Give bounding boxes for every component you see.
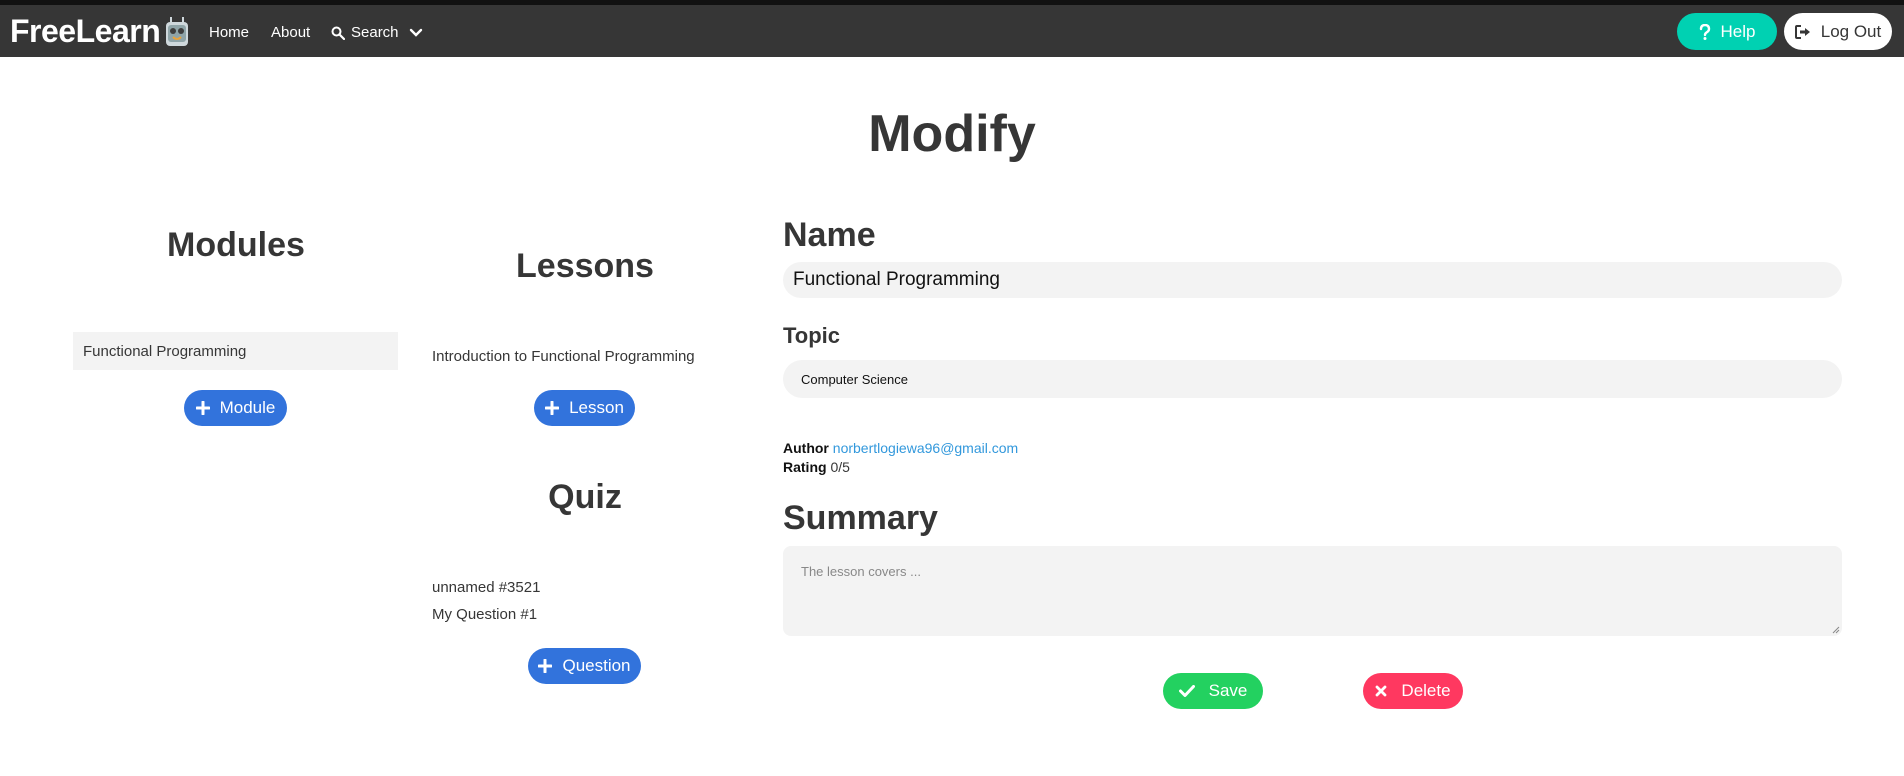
nav-about[interactable]: About (271, 24, 310, 41)
lesson-list-item[interactable]: Introduction to Functional Programming (432, 348, 695, 365)
save-button[interactable]: Save (1163, 673, 1263, 709)
plus-icon (538, 659, 553, 673)
logout-label: Log Out (1820, 21, 1882, 41)
rating-label: Rating (783, 459, 827, 475)
logout-button[interactable]: Log Out (1784, 13, 1892, 50)
robot-logo-icon (166, 17, 188, 46)
page-title: Modify (868, 105, 1036, 163)
topic-heading: Topic (783, 323, 841, 348)
add-module-button[interactable]: Module (184, 390, 287, 426)
delete-button[interactable]: Delete (1363, 673, 1463, 709)
question-icon (1699, 23, 1710, 40)
nav-search-dropdown[interactable]: Search (331, 24, 423, 41)
add-lesson-button[interactable]: Lesson (534, 390, 635, 426)
quiz-heading: Quiz (548, 478, 622, 516)
modules-heading: Modules (167, 226, 305, 264)
help-button[interactable]: Help (1677, 13, 1777, 50)
brand-logo[interactable]: FreeLearn (10, 13, 161, 50)
name-input[interactable]: Functional Programming (783, 262, 1842, 298)
rating-row: Rating 0/5 (783, 459, 850, 475)
delete-label: Delete (1401, 681, 1451, 700)
plus-icon (545, 401, 560, 415)
quiz-list-item[interactable]: My Question #1 (432, 606, 537, 623)
quiz-list-item[interactable]: unnamed #3521 (432, 579, 540, 596)
name-heading: Name (783, 216, 876, 254)
add-question-label: Question (562, 656, 631, 675)
module-list-item[interactable]: Functional Programming (73, 332, 398, 370)
nav-search-label: Search (351, 24, 399, 41)
topic-input[interactable]: Computer Science (783, 360, 1842, 398)
author-label: Author (783, 440, 829, 456)
add-lesson-label: Lesson (569, 398, 624, 417)
chevron-down-icon (409, 28, 422, 37)
author-email-link[interactable]: norbertlogiewa96@gmail.com (833, 440, 1018, 456)
save-label: Save (1208, 681, 1248, 700)
resize-grip-icon[interactable] (1832, 626, 1840, 634)
summary-heading: Summary (783, 499, 938, 537)
times-icon (1376, 685, 1387, 697)
author-row: Author norbertlogiewa96@gmail.com (783, 440, 1018, 456)
check-icon (1178, 685, 1195, 697)
add-question-button[interactable]: Question (528, 648, 641, 684)
summary-textarea[interactable]: The lesson covers ... (783, 546, 1842, 636)
add-module-label: Module (219, 398, 276, 417)
search-icon (331, 26, 345, 40)
sign-out-icon (1794, 24, 1810, 39)
rating-value: 0/5 (830, 459, 850, 475)
help-label: Help (1720, 21, 1756, 41)
navbar: FreeLearn Home About Search Help Log Out (0, 5, 1904, 57)
plus-icon (195, 401, 210, 415)
nav-home[interactable]: Home (209, 24, 249, 41)
lessons-heading: Lessons (516, 247, 654, 285)
summary-placeholder: The lesson covers ... (801, 564, 921, 579)
